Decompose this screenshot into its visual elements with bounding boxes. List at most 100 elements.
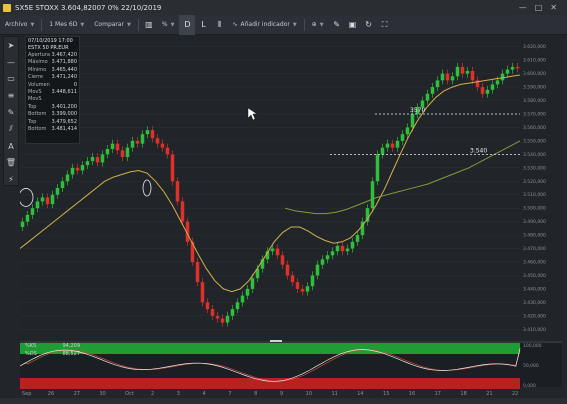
candle-body <box>105 148 110 155</box>
price-chart[interactable]: 3.620,000 3.610,000 3.600,000 3.590,000 3.58… <box>18 36 562 340</box>
divider <box>137 18 139 31</box>
x-tick-label: 2 <box>151 391 154 397</box>
candle-body <box>135 140 140 144</box>
save-button[interactable]: ▣ <box>345 15 361 35</box>
candle-body <box>280 255 285 265</box>
stochastic-chart[interactable]: 100,00050,0000,000 <box>19 343 562 389</box>
candle-body <box>450 76 455 81</box>
data-row-value: 3.471,240 <box>51 74 77 81</box>
candle-body <box>195 262 200 283</box>
data-row-value: 0 <box>73 81 77 88</box>
percent-button[interactable]: % ▼ <box>157 15 180 35</box>
candle-body <box>165 147 170 155</box>
trash-icon[interactable]: 🗑 <box>5 157 17 168</box>
data-row-value: 3.448,611 <box>51 89 77 96</box>
data-row: Bottom 3.481,414 <box>28 126 77 133</box>
indicator-legend: %KS 94,209 %DS 88,527 <box>25 343 80 358</box>
candle-body <box>205 302 210 310</box>
candles-icon: ⫴ <box>217 19 222 29</box>
candle-body <box>435 80 440 88</box>
price-chart-area[interactable]: 3.620,000 3.610,000 3.600,000 3.590,000 3.58… <box>18 36 562 340</box>
magic-icon[interactable]: ⚡ <box>5 174 17 185</box>
fullscreen-button[interactable]: ⛶ <box>377 15 393 35</box>
candle-body <box>410 114 415 128</box>
l-button[interactable]: L <box>195 15 211 35</box>
y-tick-label: 3.460,000 <box>523 260 546 266</box>
y-tick-label: 3.550,000 <box>523 138 546 144</box>
y-tick-label: 3.430,000 <box>523 300 546 306</box>
data-row: Bottom 3.399,000 <box>28 111 77 118</box>
y-tick-label: 3.530,000 <box>523 165 546 171</box>
d-button[interactable]: D <box>179 14 196 35</box>
candle-body <box>350 241 355 249</box>
candle-body <box>320 259 325 265</box>
candle-body <box>250 278 255 289</box>
candle-body <box>445 73 450 81</box>
d-label: D <box>184 20 191 29</box>
x-tick-label: 30 <box>99 391 105 397</box>
y-tick-label: 3.450,000 <box>523 273 546 279</box>
candle-body <box>330 251 335 256</box>
drawing-toolbar: ➤ — ▭ ≡ ✎ ⫽ A 🗑 ⚡ <box>3 36 19 186</box>
candle-body <box>180 201 185 222</box>
zoom-button[interactable]: ⊕ ▼ <box>307 15 329 35</box>
candle-body <box>235 302 240 310</box>
candle-body <box>240 295 245 303</box>
compare-menu[interactable]: Comparar ▼ <box>89 15 136 35</box>
candle-body <box>425 93 430 101</box>
chart-type-button[interactable]: ▥ <box>141 15 157 35</box>
minimize-button[interactable]: — <box>519 3 527 12</box>
candle-body <box>495 80 500 85</box>
percent-label: % <box>161 21 168 28</box>
candle-body <box>85 161 90 166</box>
pencil-icon[interactable]: ✎ <box>5 107 17 118</box>
y-tick-label: 3.620,000 <box>523 44 546 50</box>
toolbar: Archivo ▼ 1 Mes 6D ▼ Comparar ▼ ▥ % ▼ D L ⫴ … <box>0 14 567 35</box>
x-tick-label: Sep <box>22 391 31 397</box>
window-controls: — □ ✕ <box>519 3 567 12</box>
y-tick-label: 3.580,000 <box>523 98 546 104</box>
close-button[interactable]: ✕ <box>550 3 557 12</box>
fibonacci-icon[interactable]: ≡ <box>5 90 17 101</box>
x-tick-label: 10 <box>306 391 312 397</box>
maximize-button[interactable]: □ <box>535 3 543 12</box>
y-tick-label: 3.590,000 <box>523 85 546 91</box>
candle-body <box>355 235 360 242</box>
y-tick-label: 3.540,000 <box>523 152 546 158</box>
stochastic-panel[interactable]: 100,000 50,000 0,000 <box>19 341 562 389</box>
data-row: Cierre 3.471,240 <box>28 74 77 81</box>
rectangle-icon[interactable]: ▭ <box>5 74 17 85</box>
archive-menu[interactable]: Archivo ▼ <box>0 15 39 35</box>
cursor-icon[interactable]: ➤ <box>5 40 17 51</box>
bar-chart-icon: ▥ <box>145 20 153 29</box>
candle-body <box>55 188 60 195</box>
period-label: 1 Mes 6D <box>49 21 78 28</box>
period-selector[interactable]: 1 Mes 6D ▼ <box>44 15 89 35</box>
candle-body <box>120 150 125 158</box>
data-row-value: 3.399,000 <box>51 111 77 118</box>
crosshair-icon[interactable]: — <box>5 57 17 68</box>
candle-body <box>325 255 330 260</box>
y-tick-label: 3.420,000 <box>523 313 546 319</box>
candle-body <box>30 208 35 215</box>
data-row: MovS <box>28 96 77 103</box>
candle-body <box>390 143 395 148</box>
refresh-button[interactable]: ↻ <box>361 15 377 35</box>
data-row: Mínimo 3.465,440 <box>28 67 77 74</box>
y-tick-label: 3.490,000 <box>523 219 546 225</box>
candle-body <box>65 174 70 182</box>
draw-tools-button[interactable]: ✎ <box>329 15 345 35</box>
panel-resize-handle[interactable] <box>270 340 282 342</box>
refresh-icon: ↻ <box>365 20 372 29</box>
candle-body <box>140 134 145 144</box>
candle-settings-button[interactable]: ⫴ <box>211 15 227 35</box>
data-row-value: 3.465,440 <box>51 66 77 73</box>
channel-icon[interactable]: ⫽ <box>5 124 17 135</box>
candle-body <box>150 130 155 139</box>
candle-body <box>80 165 85 171</box>
data-row: Máximo 3.471,880 <box>28 59 77 66</box>
text-icon[interactable]: A <box>5 141 17 152</box>
y-tick-label: 3.600,000 <box>523 71 546 77</box>
candle-body <box>160 143 165 148</box>
add-indicator-menu[interactable]: ∿ Añadir indicador ▼ <box>227 15 301 35</box>
